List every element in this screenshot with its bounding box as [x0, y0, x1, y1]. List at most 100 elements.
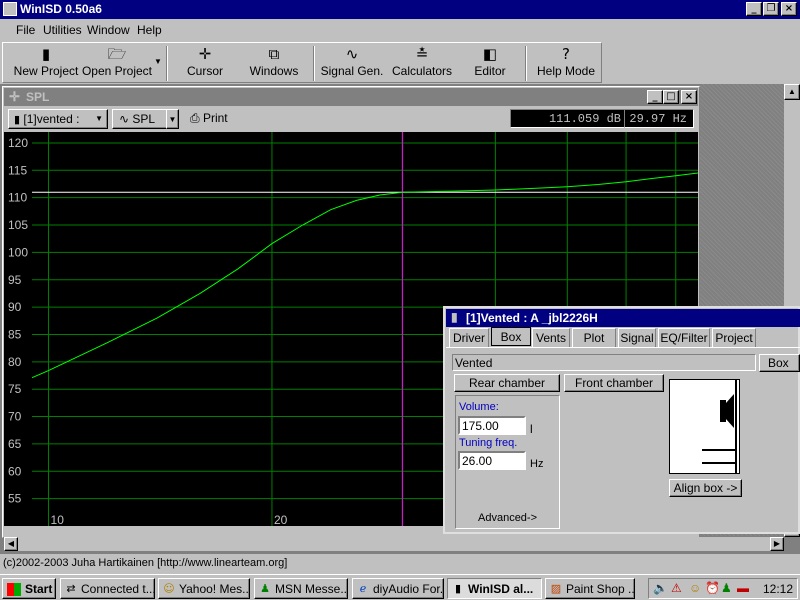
alert-icon[interactable]: ⚠: [671, 581, 682, 595]
windows-label: Windows: [249, 64, 299, 78]
y-tick-label: 90: [8, 300, 22, 314]
menu-utilities[interactable]: Utilities: [43, 23, 82, 37]
paintshop-icon: ▨: [550, 582, 562, 595]
dropdown-arrow-icon[interactable]: ▼: [154, 57, 162, 66]
start-label: Start: [25, 582, 53, 596]
yahoo-smiley-icon[interactable]: ☺: [689, 581, 701, 595]
app-icon: [3, 2, 17, 16]
printer-icon: ⎙: [190, 111, 200, 125]
graph-dropdown[interactable]: ▼: [166, 109, 179, 129]
box-type-button[interactable]: Box: [759, 354, 800, 372]
task-msn[interactable]: ♟ MSN Messe...: [254, 578, 348, 599]
project-select-value: [1]vented :: [23, 112, 80, 126]
y-tick-label: 80: [8, 355, 22, 369]
tab-driver[interactable]: Driver: [449, 328, 489, 347]
network-icon: ⇄: [66, 582, 76, 595]
box-type-field[interactable]: Vented: [452, 354, 756, 371]
y-tick-label: 85: [8, 327, 22, 341]
windows-logo-icon: [7, 583, 21, 596]
start-button[interactable]: Start: [2, 578, 56, 599]
task-connected[interactable]: ⇄ Connected t...: [60, 578, 155, 599]
box-diagram: [669, 379, 740, 474]
menu-file[interactable]: File: [16, 23, 35, 37]
calculators-button[interactable]: ≛ Calculators: [389, 45, 455, 82]
tab-project[interactable]: Project: [712, 328, 756, 347]
help-mode-button[interactable]: ? Help Mode: [533, 45, 599, 82]
cursor-button[interactable]: ✛ Cursor: [177, 45, 233, 82]
task-paintshop[interactable]: ▨ Paint Shop ...: [545, 578, 635, 599]
box-title-bar[interactable]: ▮ [1]Vented : A _jbl2226H: [446, 309, 800, 327]
task-diyaudio[interactable]: ℯ diyAudio For...: [352, 578, 444, 599]
scroll-right-icon[interactable]: ▶: [770, 537, 784, 551]
calculators-label: Calculators: [391, 64, 453, 78]
tab-vents[interactable]: Vents: [532, 328, 570, 347]
volume-label: Volume:: [459, 401, 499, 413]
speaker-icon[interactable]: 🔈: [653, 581, 668, 595]
taskbar: Start ⇄ Connected t... ☺ Yahoo! Mes... ♟ MS…: [0, 574, 800, 600]
clock-alarm-icon[interactable]: ⏰: [705, 581, 720, 595]
tab-plot[interactable]: Plot: [572, 328, 616, 347]
msn-icon[interactable]: ♟: [721, 581, 732, 595]
volume-unit: l: [530, 422, 533, 436]
status-text: (c)2002-2003 Juha Hartikainen [http://ww…: [3, 557, 288, 569]
toolbar: ▮ New Project 🗁 Open Project ▼ ✛ Cursor …: [2, 42, 602, 83]
cursor-label: Cursor: [186, 64, 223, 78]
volume-input[interactable]: 175.00: [458, 416, 526, 435]
cursor-icon: ✛: [9, 89, 20, 104]
editor-button[interactable]: ◧ Editor: [465, 45, 515, 82]
front-chamber-button[interactable]: Front chamber: [564, 374, 664, 392]
minimize-icon[interactable]: _: [647, 90, 663, 104]
project-icon: ▮: [14, 114, 21, 126]
y-tick-label: 115: [8, 163, 27, 177]
print-button[interactable]: ⎙ Print: [186, 109, 238, 129]
tab-divider: [446, 347, 800, 348]
signal-gen-button[interactable]: ∿ Signal Gen.: [320, 45, 384, 82]
menu-bar: File Utilities Window Help: [0, 20, 800, 40]
graph-select[interactable]: ∿ SPL: [112, 109, 168, 129]
open-project-label: Open Project: [81, 64, 153, 78]
new-project-button[interactable]: ▮ New Project: [13, 45, 79, 82]
hz-readout: 29.97 Hz: [624, 109, 694, 128]
print-label: Print: [202, 111, 228, 125]
task-label: Paint Shop ...: [566, 582, 635, 596]
close-icon[interactable]: ×: [681, 90, 697, 104]
tab-eq-filter[interactable]: EQ/Filter: [658, 328, 710, 347]
project-select[interactable]: ▮ [1]vented : ▼: [8, 109, 108, 129]
close-icon[interactable]: ×: [781, 2, 797, 16]
y-tick-label: 55: [8, 492, 22, 506]
windows-button[interactable]: ⧉ Windows: [243, 45, 305, 82]
tab-box[interactable]: Box: [491, 327, 531, 346]
horizontal-scrollbar[interactable]: ◀ ▶: [4, 537, 784, 551]
y-tick-label: 95: [8, 273, 22, 287]
scroll-up-icon[interactable]: ▲: [784, 84, 800, 100]
maximize-icon[interactable]: □: [663, 90, 679, 104]
menu-help[interactable]: Help: [137, 23, 162, 37]
restore-icon[interactable]: ❐: [763, 2, 779, 16]
minimize-icon[interactable]: _: [746, 2, 762, 16]
editor-label: Editor: [474, 64, 506, 78]
app-title-bar[interactable]: WinISD 0.50a6 _ ❐ ×: [0, 0, 800, 19]
advanced-link[interactable]: Advanced->: [478, 512, 537, 524]
tuning-label: Tuning freq.: [459, 437, 518, 449]
battery-icon[interactable]: ▬: [737, 581, 749, 595]
rear-chamber-button[interactable]: Rear chamber: [454, 374, 560, 392]
tuning-input[interactable]: 26.00: [458, 451, 526, 470]
editor-icon: ◧: [482, 45, 498, 63]
spl-title-bar[interactable]: ✛ SPL _ □ ×: [4, 88, 698, 106]
y-tick-label: 60: [8, 464, 22, 478]
status-bar: (c)2002-2003 Juha Hartikainen [http://ww…: [0, 555, 800, 573]
menu-window[interactable]: Window: [87, 23, 130, 37]
align-box-button[interactable]: Align box ->: [669, 479, 742, 497]
open-folder-icon: 🗁: [107, 45, 127, 63]
open-project-button[interactable]: 🗁 Open Project: [81, 45, 153, 82]
task-winisd[interactable]: ▮ WinISD al...: [447, 578, 542, 599]
task-label: diyAudio For...: [373, 582, 444, 596]
scroll-left-icon[interactable]: ◀: [4, 537, 18, 551]
y-tick-label: 75: [8, 382, 22, 396]
task-yahoo[interactable]: ☺ Yahoo! Mes...: [158, 578, 250, 599]
spl-title: SPL: [26, 90, 50, 104]
yahoo-smiley-icon: ☺: [163, 582, 175, 595]
tuning-unit: Hz: [530, 458, 544, 470]
tab-signal[interactable]: Signal: [618, 328, 656, 347]
toolbar-divider: [313, 46, 315, 81]
